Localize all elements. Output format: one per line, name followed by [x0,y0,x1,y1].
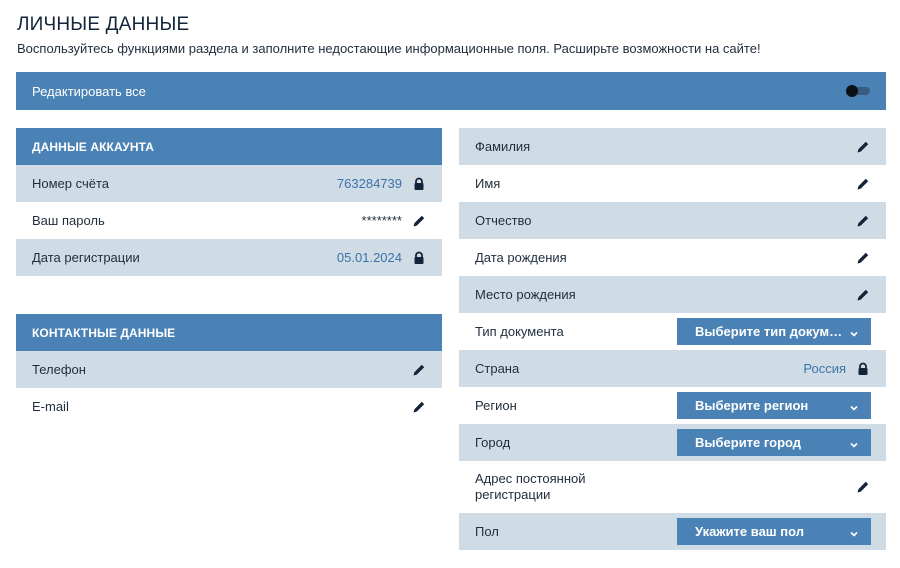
gender-select[interactable]: Укажите ваш пол [677,518,871,545]
surname-label: Фамилия [475,138,531,154]
pencil-icon[interactable] [856,140,870,154]
document-type-select[interactable]: Выберите тип документа [677,318,871,345]
document-type-row: Тип документа Выберите тип документа [459,313,886,350]
account-panel: ДАННЫЕ АККАУНТА Номер счёта 763284739 Ва… [16,128,442,276]
country-row: Страна Россия [459,350,886,387]
registration-date-label: Дата регистрации [32,249,140,265]
patronymic-row: Отчество [459,202,886,239]
account-number-row: Номер счёта 763284739 [16,165,442,202]
email-row: E-mail [16,388,442,425]
pencil-icon[interactable] [412,363,426,377]
gender-label: Пол [475,523,499,539]
pencil-icon[interactable] [856,177,870,191]
page-title: ЛИЧНЫЕ ДАННЫЕ [17,14,190,35]
chevron-down-icon [849,438,859,448]
password-label: Ваш пароль [32,212,105,228]
page-subtitle: Воспользуйтесь функциями раздела и запол… [17,41,761,56]
password-row: Ваш пароль ******** [16,202,442,239]
region-select[interactable]: Выберите регион [677,392,871,419]
phone-label: Телефон [32,361,86,377]
birth-date-row: Дата рождения [459,239,886,276]
phone-row: Телефон [16,351,442,388]
patronymic-label: Отчество [475,212,532,228]
contacts-panel: КОНТАКТНЫЕ ДАННЫЕ Телефон E-mail [16,314,442,425]
registration-date-row: Дата регистрации 05.01.2024 [16,239,442,276]
account-panel-header: ДАННЫЕ АККАУНТА [16,128,442,165]
account-number-label: Номер счёта [32,175,110,191]
country-value: Россия [803,361,846,376]
lock-icon [412,251,426,265]
region-select-text: Выберите регион [695,398,809,413]
city-row: Город Выберите город [459,424,886,461]
pencil-icon[interactable] [856,288,870,302]
birth-place-label: Место рождения [475,286,576,302]
chevron-down-icon [849,401,859,411]
contacts-panel-header: КОНТАКТНЫЕ ДАННЫЕ [16,314,442,351]
password-value: ******** [361,213,402,228]
country-label: Страна [475,360,520,376]
toggle-knob [846,85,858,97]
pencil-icon[interactable] [856,251,870,265]
pencil-icon[interactable] [856,480,870,494]
lock-icon [412,177,426,191]
edit-all-toggle[interactable] [846,85,870,97]
pencil-icon[interactable] [412,214,426,228]
name-label: Имя [475,175,501,191]
birth-date-label: Дата рождения [475,249,567,265]
chevron-down-icon [849,327,859,337]
registration-address-row: Адрес постоянной регистрации [459,461,886,513]
region-row: Регион Выберите регион [459,387,886,424]
registration-date-value: 05.01.2024 [336,250,402,265]
city-label: Город [475,434,511,450]
name-row: Имя [459,165,886,202]
pencil-icon[interactable] [412,400,426,414]
document-type-select-text: Выберите тип документа [695,324,845,339]
city-select[interactable]: Выберите город [677,429,871,456]
personal-panel: Фамилия Имя Отчество Дата рождения Место… [459,128,886,550]
surname-row: Фамилия [459,128,886,165]
edit-all-label: Редактировать все [32,83,146,99]
lock-icon [856,362,870,376]
birth-place-row: Место рождения [459,276,886,313]
account-number-value: 763284739 [336,176,402,191]
registration-address-label: Адрес постоянной регистрации [475,471,586,502]
pencil-icon[interactable] [856,214,870,228]
chevron-down-icon [849,527,859,537]
gender-select-text: Укажите ваш пол [695,524,804,539]
gender-row: Пол Укажите ваш пол [459,513,886,550]
edit-all-bar: Редактировать все [16,72,886,110]
email-label: E-mail [32,398,69,414]
region-label: Регион [475,397,517,413]
document-type-label: Тип документа [475,323,564,339]
city-select-text: Выберите город [695,435,802,450]
